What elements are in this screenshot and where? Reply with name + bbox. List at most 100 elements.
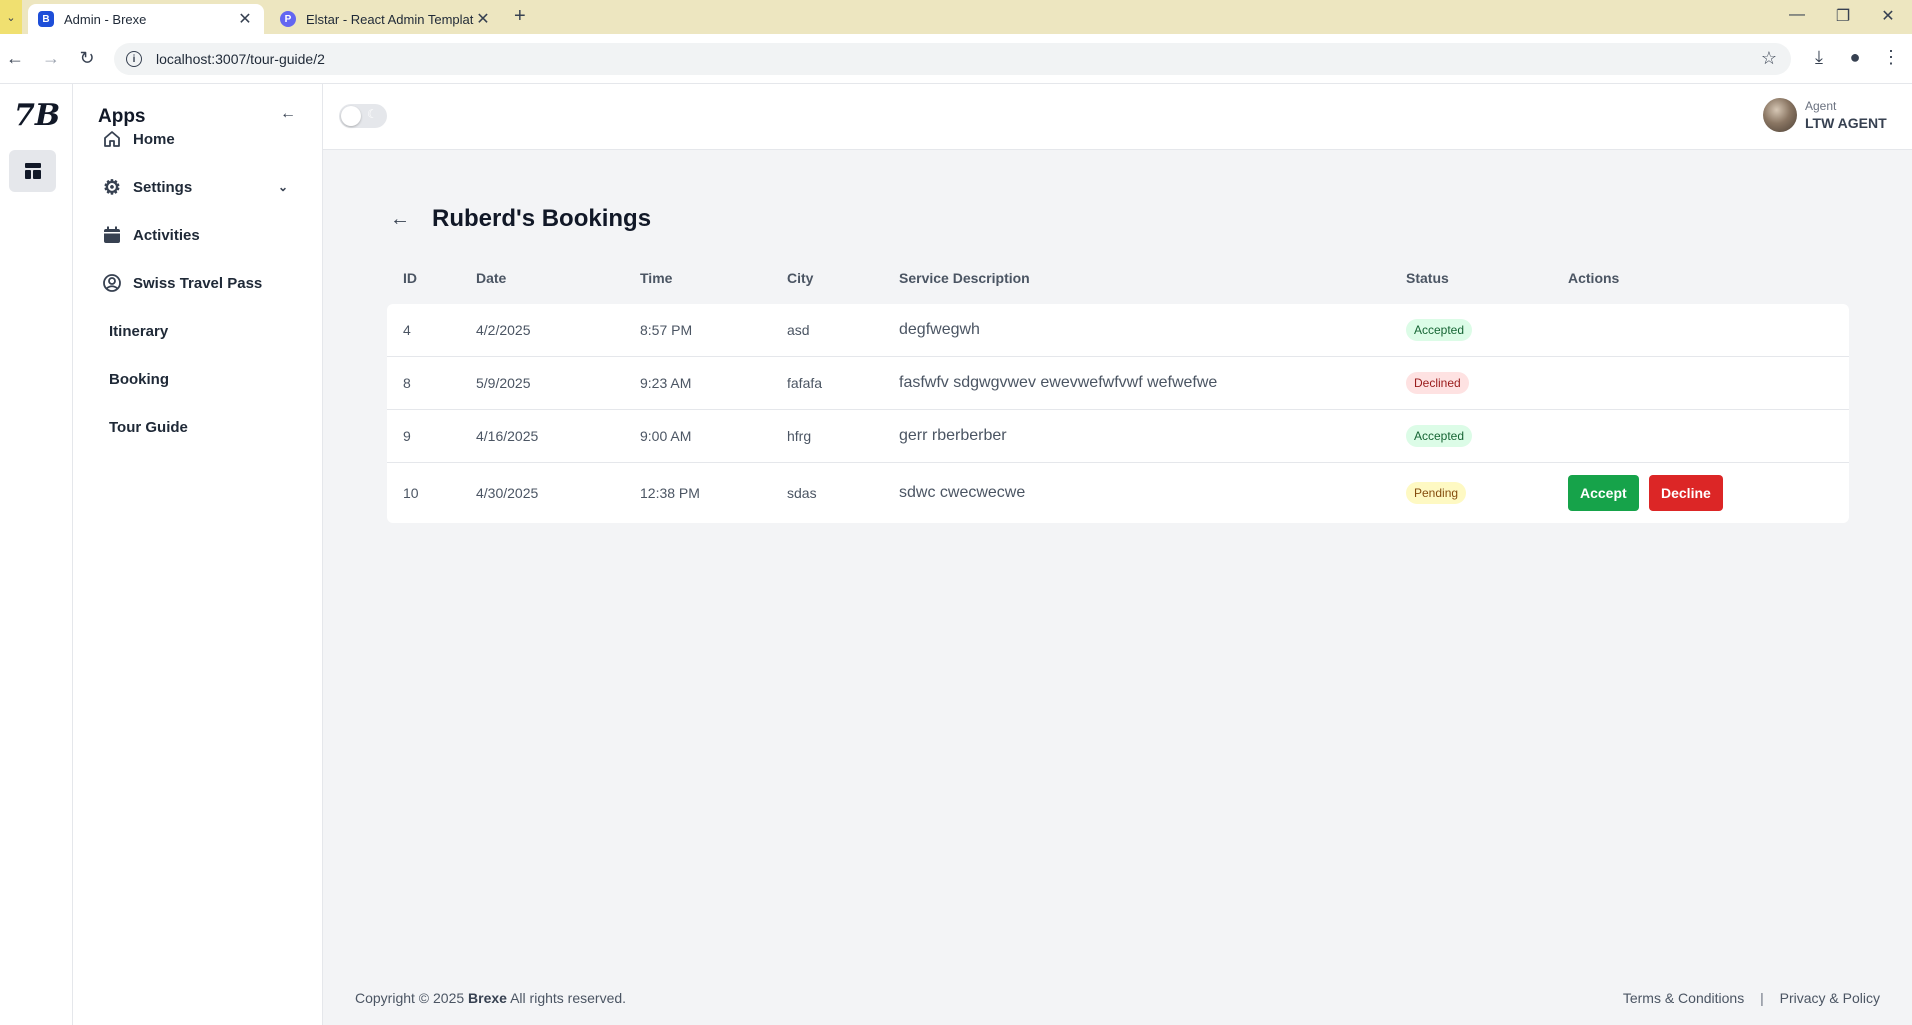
back-arrow-icon[interactable]: ← xyxy=(4,48,26,69)
close-icon[interactable]: ✕ xyxy=(236,9,254,29)
browser-tab-elstar[interactable]: P Elstar - React Admin Template ✕ xyxy=(270,4,502,34)
toggle-knob xyxy=(341,106,361,126)
cell-city: sdas xyxy=(787,485,817,501)
bookings-table-header: ID Date Time City Service Description St… xyxy=(387,270,1849,304)
cell-id: 8 xyxy=(403,375,411,391)
table-row: 9 4/16/2025 9:00 AM hfrg gerr rberberber… xyxy=(387,410,1849,463)
column-header-id: ID xyxy=(403,270,417,286)
column-header-time: Time xyxy=(640,270,673,286)
top-header: ☾ Agent LTW AGENT xyxy=(323,84,1912,150)
cell-time: 8:57 PM xyxy=(640,322,693,338)
table-row: 8 5/9/2025 9:23 AM fafafa fasfwfv sdgwgv… xyxy=(387,357,1849,410)
sidebar-item-swiss-travel-pass[interactable]: Swiss Travel Pass xyxy=(101,268,301,298)
more-menu-icon[interactable]: ⋮ xyxy=(1880,47,1902,68)
cell-id: 10 xyxy=(403,485,419,501)
sidebar-item-settings[interactable]: ⚙ Settings ⌄ xyxy=(101,172,301,202)
browser-tab-bar: ⌄ B Admin - Brexe ✕ P Elstar - React Adm… xyxy=(0,0,1912,34)
sidebar-item-label: Swiss Travel Pass xyxy=(133,274,263,292)
tab-title: Admin - Brexe xyxy=(64,11,147,27)
sidebar-item-label: Itinerary xyxy=(109,322,169,340)
table-row: 4 4/2/2025 8:57 PM asd degfwegwh Accepte… xyxy=(387,304,1849,357)
sidebar-item-itinerary[interactable]: Itinerary xyxy=(109,316,309,346)
collapse-sidebar-arrow-icon[interactable]: ← xyxy=(280,105,296,123)
user-circle-icon xyxy=(101,272,123,294)
dark-mode-toggle[interactable]: ☾ xyxy=(339,104,387,128)
brexe-favicon-icon: B xyxy=(38,11,54,27)
bookmark-star-icon[interactable]: ☆ xyxy=(1761,48,1777,69)
column-header-status: Status xyxy=(1406,270,1449,286)
cell-date: 5/9/2025 xyxy=(476,375,531,391)
tab-title: Elstar - React Admin Template xyxy=(306,11,474,27)
avatar xyxy=(1763,98,1797,132)
cell-city: fafafa xyxy=(787,375,823,391)
chevron-down-icon: ⌄ xyxy=(278,180,289,194)
new-tab-plus-icon[interactable]: + xyxy=(514,5,526,28)
close-window-icon[interactable]: ✕ xyxy=(1878,6,1898,26)
column-header-service-description: Service Description xyxy=(899,270,1030,286)
page-title: Ruberd's Bookings xyxy=(432,205,652,232)
sidebar-item-label: Booking xyxy=(109,370,169,388)
user-profile[interactable]: Agent LTW AGENT xyxy=(1763,98,1887,132)
footer-brand: Brexe xyxy=(468,990,507,1006)
column-header-date: Date xyxy=(476,270,507,286)
side-navigation: Apps ← Home ⚙ Settings ⌄ Activities Swis… xyxy=(73,84,323,1025)
restore-icon[interactable]: ❐ xyxy=(1833,6,1853,26)
column-header-actions: Actions xyxy=(1568,270,1620,286)
status-badge: Declined xyxy=(1406,372,1469,394)
table-row: 10 4/30/2025 12:38 PM sdas sdwc cwecwecw… xyxy=(387,463,1849,523)
moon-icon: ☾ xyxy=(367,107,378,121)
browser-tab-admin[interactable]: B Admin - Brexe ✕ xyxy=(28,4,264,34)
status-badge: Accepted xyxy=(1406,425,1473,447)
cell-date: 4/2/2025 xyxy=(476,322,531,338)
user-role: Agent xyxy=(1805,99,1837,113)
page-footer: Copyright © 2025 Brexe All rights reserv… xyxy=(355,990,1880,1006)
status-badge: Pending xyxy=(1406,482,1467,504)
cell-time: 9:23 AM xyxy=(640,375,692,391)
calendar-icon xyxy=(101,224,123,246)
user-name: LTW AGENT xyxy=(1805,115,1887,131)
cell-service-description: degfwegwh xyxy=(899,321,980,338)
cell-id: 9 xyxy=(403,428,411,444)
tab-search-button[interactable]: ⌄ xyxy=(0,0,22,34)
privacy-link[interactable]: Privacy & Policy xyxy=(1780,990,1880,1006)
minimize-icon[interactable]: — xyxy=(1787,6,1807,24)
cell-service-description: fasfwfv sdgwgvwev ewevwefwfvwf wefwefwe xyxy=(899,374,1218,391)
sidebar-item-activities[interactable]: Activities xyxy=(101,220,301,250)
close-icon[interactable]: ✕ xyxy=(474,9,492,29)
cell-date: 4/16/2025 xyxy=(476,428,539,444)
apps-rail-button[interactable] xyxy=(9,150,56,192)
column-header-city: City xyxy=(787,270,814,286)
cell-city: hfrg xyxy=(787,428,812,444)
site-info-icon[interactable]: i xyxy=(126,51,142,67)
copyright-suffix: All rights reserved. xyxy=(510,990,627,1006)
cell-city: asd xyxy=(787,322,810,338)
decline-button[interactable]: Decline xyxy=(1649,475,1723,511)
gear-icon: ⚙ xyxy=(103,176,121,199)
sidebar-item-label: Settings xyxy=(133,178,193,196)
footer-separator: | xyxy=(1760,990,1764,1006)
forward-arrow-icon[interactable]: → xyxy=(40,48,62,69)
sidebar-item-booking[interactable]: Booking xyxy=(109,364,309,394)
bookings-table: 4 4/2/2025 8:57 PM asd degfwegwh Accepte… xyxy=(387,304,1849,523)
accept-button[interactable]: Accept xyxy=(1568,475,1639,511)
brexe-logo[interactable]: 7B xyxy=(14,98,60,138)
dashboard-icon xyxy=(24,163,41,179)
footer-links: Terms & Conditions | Privacy & Policy xyxy=(1623,990,1880,1006)
home-icon xyxy=(101,128,123,150)
reload-icon[interactable]: ↻ xyxy=(76,48,98,69)
sidebar-item-label: Tour Guide xyxy=(109,418,188,436)
terms-link[interactable]: Terms & Conditions xyxy=(1623,990,1744,1006)
sidebar-item-home[interactable]: Home xyxy=(101,124,301,154)
icon-rail: 7B xyxy=(0,84,73,1025)
sidebar-item-tour-guide[interactable]: Tour Guide xyxy=(109,412,309,442)
chevron-down-icon: ⌄ xyxy=(6,11,16,24)
download-icon[interactable]: ⤓ xyxy=(1808,47,1830,68)
page-header: ← Ruberd's Bookings xyxy=(390,205,651,233)
cell-id: 4 xyxy=(403,322,411,338)
cell-date: 4/30/2025 xyxy=(476,485,539,501)
back-arrow-icon[interactable]: ← xyxy=(390,208,414,231)
extension-icon[interactable]: ● xyxy=(1844,47,1866,68)
url-field[interactable]: i localhost:3007/tour-guide/2 ☆ xyxy=(114,43,1791,75)
sidebar-item-label: Home xyxy=(133,130,175,148)
cell-time: 9:00 AM xyxy=(640,428,692,444)
